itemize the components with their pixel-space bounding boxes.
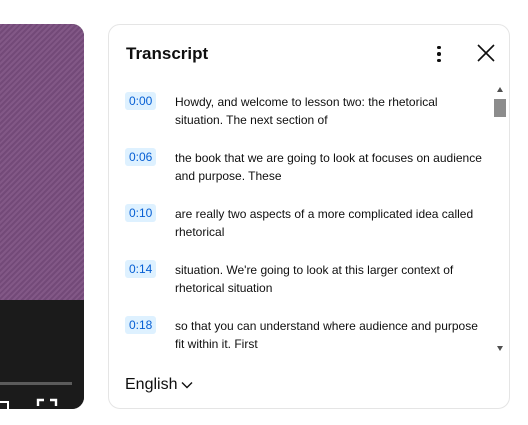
transcript-segment[interactable]: 0:00 Howdy, and welcome to lesson two: t… xyxy=(125,87,485,143)
transcript-segment[interactable]: 0:10 are really two aspects of a more co… xyxy=(125,199,485,255)
segment-timestamp[interactable]: 0:06 xyxy=(125,148,157,166)
segment-text: so that you can understand where audienc… xyxy=(175,319,478,351)
more-options-button[interactable] xyxy=(427,41,451,67)
transcript-segment[interactable]: 0:14 situation. We're going to look at t… xyxy=(125,255,485,311)
transcript-segment[interactable]: 0:18 so that you can understand where au… xyxy=(125,311,485,357)
transcript-panel: Transcript 0:00 Howdy, and welcome to le… xyxy=(108,24,510,409)
language-label: English xyxy=(125,376,178,393)
close-icon xyxy=(477,44,495,62)
video-player[interactable] xyxy=(0,24,84,409)
more-vert-icon xyxy=(437,45,441,63)
language-select[interactable]: English xyxy=(125,373,193,397)
segment-text: situation. We're going to look at this l… xyxy=(175,263,454,295)
scroll-up-arrow-icon[interactable] xyxy=(497,87,503,92)
transcript-list[interactable]: 0:00 Howdy, and welcome to lesson two: t… xyxy=(109,87,491,357)
fullscreen-icon[interactable] xyxy=(36,398,58,409)
video-frame[interactable] xyxy=(0,24,84,300)
transcript-scrollbar[interactable] xyxy=(493,85,507,357)
segment-timestamp[interactable]: 0:14 xyxy=(125,260,157,278)
panel-title: Transcript xyxy=(126,44,209,63)
scrollbar-thumb[interactable] xyxy=(494,99,506,117)
chevron-down-icon xyxy=(181,382,193,389)
player-controls xyxy=(0,300,84,409)
close-button[interactable] xyxy=(475,42,497,64)
segment-timestamp[interactable]: 0:00 xyxy=(125,92,157,110)
segment-timestamp[interactable]: 0:18 xyxy=(125,316,157,334)
scroll-down-arrow-icon[interactable] xyxy=(497,346,503,351)
progress-bar[interactable] xyxy=(0,382,72,385)
miniplayer-icon[interactable] xyxy=(0,398,14,409)
transcript-segment[interactable]: 0:06 the book that we are going to look … xyxy=(125,143,485,199)
segment-text: Howdy, and welcome to lesson two: the rh… xyxy=(175,95,438,127)
segment-text: are really two aspects of a more complic… xyxy=(175,207,474,239)
segment-text: the book that we are going to look at fo… xyxy=(175,151,482,183)
segment-timestamp[interactable]: 0:10 xyxy=(125,204,157,222)
